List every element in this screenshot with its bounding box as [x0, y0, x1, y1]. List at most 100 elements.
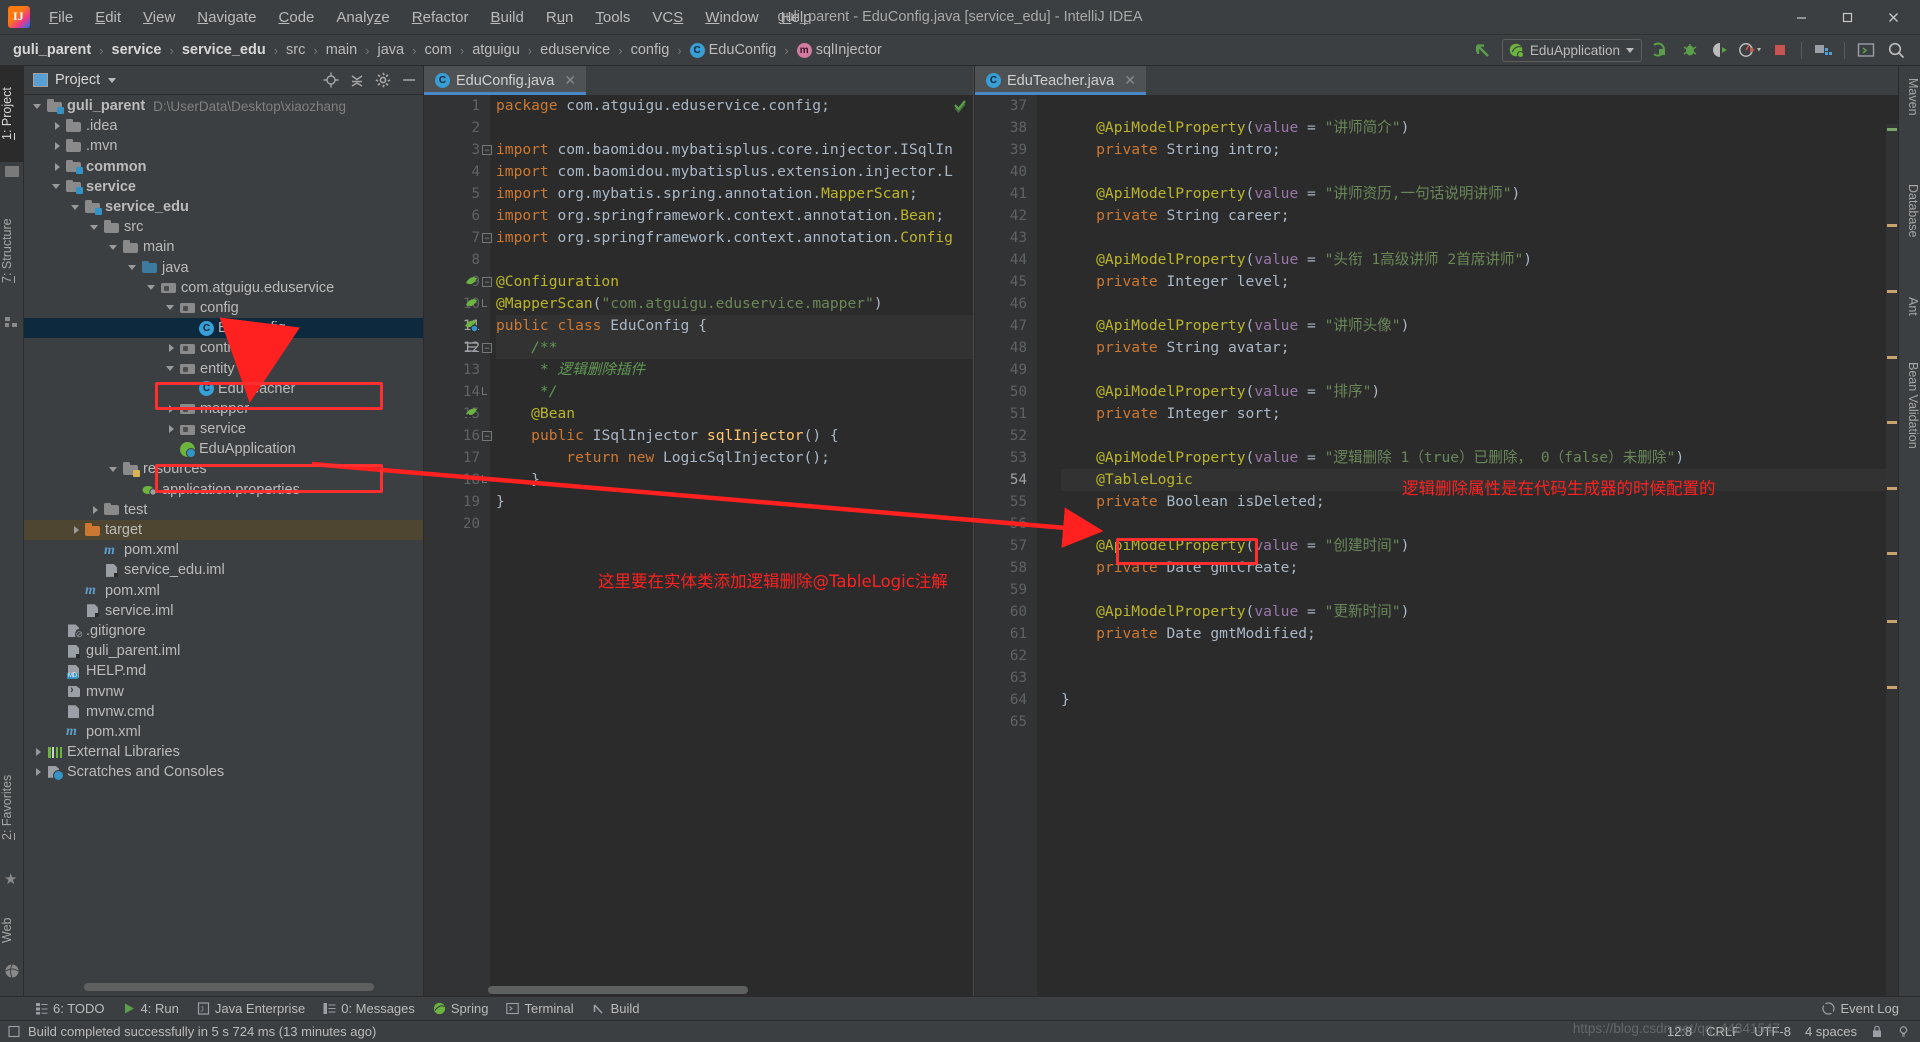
chevron-right-icon[interactable] — [33, 767, 44, 778]
tab-eduteacher-java[interactable]: C EduTeacher.java ✕ — [975, 66, 1146, 95]
tree-node-application.properties[interactable]: application.properties — [24, 480, 423, 500]
breadcrumb-item-config[interactable]: config — [628, 40, 673, 60]
breadcrumb-item-guli-parent[interactable]: guli_parent — [10, 40, 94, 60]
close-icon[interactable]: ✕ — [1124, 72, 1136, 89]
tree-node-common[interactable]: common — [24, 157, 423, 177]
sidebar-item-bean-validation[interactable]: Bean Validation — [1898, 356, 1920, 455]
minimize-button[interactable] — [1778, 0, 1824, 34]
tree-node-src[interactable]: src — [24, 217, 423, 237]
tree-node-config[interactable]: config — [24, 298, 423, 318]
close-button[interactable] — [1870, 0, 1916, 34]
menu-run[interactable]: Run — [535, 5, 585, 30]
breadcrumb-item-service[interactable]: service — [109, 40, 165, 60]
bottom-item-java-enterprise[interactable]: J Java Enterprise — [188, 999, 314, 1018]
chevron-down-icon[interactable] — [52, 181, 63, 192]
bottom-item-todo[interactable]: 6: TODO — [26, 999, 114, 1018]
breadcrumb-item-java[interactable]: java — [375, 40, 408, 60]
menu-build[interactable]: Build — [479, 5, 534, 30]
gutter-right[interactable]: 37 38 39 40 41 42 43 44 45 46 47 48 49 50 51 52 53 54 55 56… — [975, 95, 1037, 996]
project-structure-icon[interactable] — [1811, 39, 1835, 61]
breadcrumb-item-main[interactable]: main — [323, 40, 360, 60]
run-configuration-selector[interactable]: EduApplication — [1501, 38, 1642, 62]
sidebar-item-structure[interactable]: 7: Structure — [0, 196, 24, 306]
tree-node-java[interactable]: java — [24, 258, 423, 278]
menu-window[interactable]: Window — [694, 5, 769, 30]
hide-panel-icon[interactable] — [400, 72, 417, 89]
chevron-right-icon[interactable] — [52, 121, 63, 132]
tree-node-external-libraries[interactable]: External Libraries — [24, 742, 423, 762]
breadcrumb-item-src[interactable]: src — [283, 40, 308, 60]
terminal-icon[interactable] — [1854, 39, 1878, 61]
code-content-left[interactable]: package com.atguigu.eduservice.config; i… — [490, 95, 973, 996]
bottom-item-run[interactable]: 4: Run — [114, 999, 188, 1018]
tree-node-service-edu[interactable]: service_edu — [24, 197, 423, 217]
menu-code[interactable]: Code — [268, 5, 326, 30]
tree-node-main[interactable]: main — [24, 237, 423, 257]
search-everywhere-icon[interactable] — [1884, 39, 1908, 61]
code-fold-marker[interactable] — [482, 387, 487, 395]
tree-node-test[interactable]: test — [24, 500, 423, 520]
chevron-down-icon[interactable] — [108, 77, 117, 83]
tree-node-service-edu.iml[interactable]: service_edu.iml — [24, 560, 423, 580]
chevron-down-icon[interactable] — [109, 464, 120, 475]
menu-analyze[interactable]: Analyze — [325, 5, 400, 30]
breadcrumb-item-educonfig[interactable]: C EduConfig — [687, 40, 780, 60]
chevron-right-icon[interactable] — [166, 424, 177, 435]
tree-node-pom.xml[interactable]: m pom.xml — [24, 581, 423, 601]
tree-node-controller[interactable]: controller — [24, 338, 423, 358]
run-icon[interactable] — [1648, 39, 1672, 61]
gutter-left[interactable]: 123−4567−89−101112−13141516−17181920 — [424, 95, 492, 996]
project-tree[interactable]: guli_parent D:\UserData\Desktop\xiaozhang… — [24, 96, 423, 996]
chevron-right-icon[interactable] — [71, 525, 82, 536]
menu-vcs[interactable]: VCS — [641, 5, 694, 30]
profiler-icon[interactable] — [1738, 39, 1762, 61]
tree-node-mvnw[interactable]: mvnw — [24, 681, 423, 701]
chevron-right-icon[interactable] — [52, 141, 63, 152]
locate-icon[interactable] — [322, 72, 339, 89]
bean-override-icon[interactable] — [464, 406, 480, 422]
chevron-right-icon[interactable] — [33, 747, 44, 758]
tree-node-service[interactable]: service — [24, 177, 423, 197]
tree-node-.mvn[interactable]: .mvn — [24, 136, 423, 156]
inspection-icon[interactable] — [1897, 1025, 1910, 1038]
chevron-right-icon[interactable] — [90, 504, 101, 515]
tab-educonfig-java[interactable]: C EduConfig.java ✕ — [424, 66, 587, 95]
spring-config-icon[interactable] — [464, 318, 480, 334]
tree-node-mapper[interactable]: mapper — [24, 399, 423, 419]
menu-file[interactable]: FFileile — [38, 5, 84, 30]
chevron-down-icon[interactable] — [109, 242, 120, 253]
sidebar-item-project[interactable]: 1: Project — [0, 66, 24, 162]
chevron-right-icon[interactable] — [166, 343, 177, 354]
marker-bar-right[interactable] — [1886, 124, 1898, 996]
tree-node-scratches-and-consoles[interactable]: Scratches and Consoles — [24, 762, 423, 782]
breadcrumb-item-eduservice[interactable]: eduservice — [537, 40, 613, 60]
bottom-item-spring[interactable]: Spring — [424, 999, 498, 1018]
tree-node-.idea[interactable]: .idea — [24, 116, 423, 136]
collapse-all-icon[interactable] — [348, 72, 365, 89]
tree-node-educonfig[interactable]: C EduConfig — [24, 318, 423, 339]
tree-node-service[interactable]: service — [24, 419, 423, 439]
tree-node-mvnw.cmd[interactable]: mvnw.cmd — [24, 702, 423, 722]
tree-node-guli-parent[interactable]: guli_parent D:\UserData\Desktop\xiaozhang — [24, 96, 423, 116]
lock-icon[interactable] — [1871, 1025, 1883, 1038]
indent-setting[interactable]: 4 spaces — [1805, 1024, 1857, 1039]
menu-refactor[interactable]: Refactor — [401, 5, 480, 30]
sidebar-item-favorites[interactable]: 2: Favorites — [0, 748, 24, 866]
chevron-right-icon[interactable] — [52, 161, 63, 172]
breadcrumb-item-com[interactable]: com — [421, 40, 454, 60]
code-content-right[interactable]: @ApiModelProperty(value = "讲师简介") privat… — [1037, 95, 1898, 996]
bottom-item-terminal[interactable]: Terminal — [497, 999, 582, 1018]
bottom-item-build[interactable]: Build — [583, 999, 649, 1018]
editor-horizontal-scrollbar-left[interactable] — [488, 986, 748, 994]
maximize-button[interactable] — [1824, 0, 1870, 34]
settings-gear-icon[interactable] — [374, 72, 391, 89]
chevron-down-icon[interactable] — [33, 101, 44, 112]
run-with-coverage-icon[interactable] — [1708, 39, 1732, 61]
menu-tools[interactable]: Tools — [584, 5, 641, 30]
debug-icon[interactable] — [1678, 39, 1702, 61]
code-viewport-right[interactable]: 37 38 39 40 41 42 43 44 45 46 47 48 49 50 51 52 53 54 55 56… — [975, 95, 1898, 996]
sidebar-item-web[interactable]: Web — [0, 904, 24, 956]
tree-node-pom.xml[interactable]: m pom.xml — [24, 540, 423, 560]
tree-node-pom.xml[interactable]: m pom.xml — [24, 722, 423, 742]
chevron-down-icon[interactable] — [90, 222, 101, 233]
